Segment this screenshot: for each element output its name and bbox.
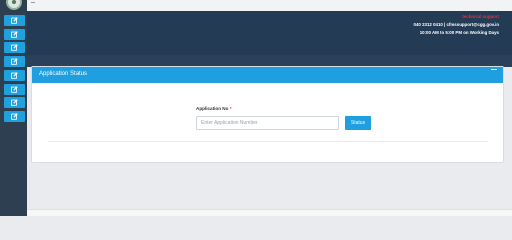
sidebar-edit-button[interactable] [4, 56, 25, 67]
edit-icon [11, 99, 18, 106]
support-contact: 040 2312 0410 | cfmssupport@cgg.gov.in [413, 22, 499, 27]
panel-title: Application Status [39, 71, 88, 77]
application-number-input[interactable] [196, 116, 339, 130]
menu-toggle-icon[interactable] [31, 2, 35, 3]
sidebar-edit-button[interactable] [4, 84, 25, 95]
technical-support: technical support 040 2312 0410 | cfmssu… [414, 13, 499, 37]
sidebar-edit-button[interactable] [4, 29, 25, 40]
emblem-logo [6, 0, 22, 10]
panel-header: Application Status [32, 67, 503, 83]
sidebar [0, 0, 27, 216]
required-marker: * [229, 106, 232, 111]
sidebar-edit-button[interactable] [4, 42, 25, 53]
edit-icon [11, 44, 18, 51]
edit-icon [11, 58, 18, 65]
collapse-icon[interactable] [491, 69, 497, 70]
edit-icon [11, 31, 18, 38]
application-no-label: Application No * [196, 106, 232, 111]
edit-icon [11, 17, 18, 24]
divider [48, 141, 488, 142]
status-button[interactable]: Status [345, 116, 371, 130]
support-title: technical support [462, 14, 499, 19]
top-strip [27, 0, 512, 11]
application-no-label-text: Application No [196, 106, 229, 111]
footer [27, 209, 512, 216]
header-banner: technical support 040 2312 0410 | cfmssu… [27, 11, 512, 67]
edit-icon [11, 72, 18, 79]
application-status-panel: Application Status Application No * Stat… [31, 66, 504, 163]
sidebar-edit-button[interactable] [4, 97, 25, 108]
edit-icon [11, 86, 18, 93]
sidebar-edit-button[interactable] [4, 15, 25, 26]
edit-icon [11, 113, 18, 120]
support-hours: 10:00 AM to 5:00 PM on Working Days [419, 30, 499, 35]
sidebar-edit-button[interactable] [4, 111, 25, 122]
sidebar-edit-button[interactable] [4, 70, 25, 81]
